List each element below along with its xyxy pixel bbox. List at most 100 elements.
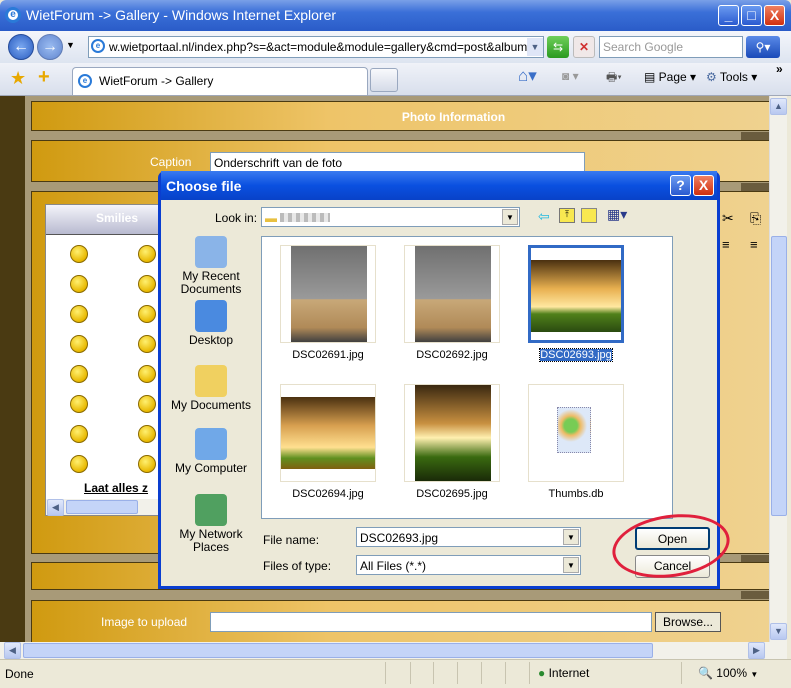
browse-button[interactable]: Browse... [655, 612, 721, 632]
file-name[interactable]: DSC02691.jpg [263, 349, 393, 361]
address-dropdown[interactable]: ▼ [527, 38, 543, 56]
smiley-icon[interactable] [138, 395, 156, 413]
scroll-left-button[interactable]: ◀ [4, 642, 21, 659]
file-thumbnail[interactable] [280, 245, 376, 343]
scroll-down-button[interactable]: ▼ [770, 623, 787, 640]
file-type-dropdown[interactable]: ▼ [563, 557, 579, 573]
smiley-icon[interactable] [70, 455, 88, 473]
more-toolbar-chevron[interactable]: » [776, 62, 783, 76]
file-thumbnail[interactable] [404, 384, 500, 482]
new-folder-icon[interactable] [581, 208, 597, 223]
file-name[interactable]: DSC02694.jpg [263, 488, 393, 500]
up-folder-icon[interactable]: ⤒ [559, 208, 575, 223]
smiley-icon[interactable] [70, 365, 88, 383]
file-thumbnail[interactable] [528, 384, 624, 482]
tab-wietforum-gallery[interactable]: e WietForum -> Gallery [72, 67, 368, 95]
print-icon[interactable]: 🖶▾ [606, 68, 622, 89]
home-icon[interactable]: ⌂▾ [518, 66, 537, 86]
file-name-text: DSC02693.jpg [539, 348, 613, 362]
upload-path-input[interactable] [210, 612, 652, 632]
vertical-scrollbar[interactable]: ▲ ▼ [769, 96, 787, 642]
divider [741, 591, 770, 599]
address-bar[interactable]: e w.wietportaal.nl/index.php?s=&act=modu… [88, 36, 544, 58]
copy-icon[interactable]: ⎘ [750, 210, 761, 227]
file-name[interactable]: DSC02695.jpg [387, 488, 517, 500]
tools-menu[interactable]: ⚙ Tools ▾ [706, 70, 757, 84]
search-button[interactable]: ⚲▾ [746, 36, 780, 58]
smiley-icon[interactable] [70, 425, 88, 443]
smiley-icon[interactable] [70, 245, 88, 263]
align-center-icon[interactable]: ≡ [750, 237, 758, 252]
scroll-left-button[interactable]: ◀ [47, 499, 64, 516]
vertical-scroll-thumb[interactable] [771, 236, 787, 516]
status-text: Done [5, 667, 34, 681]
file-name-dropdown[interactable]: ▼ [563, 529, 579, 545]
cut-icon[interactable]: ✂ [722, 210, 734, 227]
zoom-control[interactable]: 🔍 100% ▼ [698, 666, 758, 680]
close-button[interactable]: X [764, 5, 785, 26]
search-input[interactable]: Search Google [599, 36, 743, 58]
file-type-value: All Files (*.*) [360, 559, 427, 573]
look-in-dropdown-arrow[interactable]: ▼ [502, 209, 518, 225]
file-thumbnail[interactable] [404, 245, 500, 343]
feeds-icon[interactable]: ◙ ▾ [562, 69, 579, 83]
file-name[interactable]: Thumbs.db [511, 488, 641, 500]
smiley-icon[interactable] [70, 305, 88, 323]
look-in-label: Look in: [215, 211, 258, 225]
smiley-icon[interactable] [138, 365, 156, 383]
recent-documents-icon [195, 236, 227, 268]
place-label: My Documents [170, 398, 252, 412]
page-icon: e [91, 39, 105, 53]
place-desktop[interactable]: Desktop [166, 300, 256, 347]
file-name-text: DSC02691.jpg [292, 349, 364, 361]
caption-input[interactable]: Onderschrift van de foto [210, 152, 585, 172]
align-left-icon[interactable]: ≡ [722, 237, 730, 252]
maximize-button[interactable]: □ [741, 5, 762, 26]
dialog-close-button[interactable]: X [693, 175, 714, 196]
smiley-icon[interactable] [138, 245, 156, 263]
file-name[interactable]: DSC02692.jpg [387, 349, 517, 361]
horizontal-scroll-thumb[interactable] [23, 643, 653, 658]
scroll-thumb[interactable] [66, 500, 138, 514]
smiley-icon[interactable] [138, 455, 156, 473]
file-thumbnail[interactable] [280, 384, 376, 482]
smiley-icon[interactable] [70, 275, 88, 293]
recent-pages-dropdown[interactable]: ▼ [66, 40, 75, 50]
smiley-icon[interactable] [138, 305, 156, 323]
page-icon: e [78, 74, 92, 88]
back-button[interactable]: ← [8, 34, 34, 60]
zoom-level: 100% [716, 666, 747, 680]
place-my-documents[interactable]: My Documents [166, 365, 256, 412]
minimize-button[interactable]: _ [718, 5, 739, 26]
tab-label: WietForum -> Gallery [99, 74, 214, 88]
new-tab-button[interactable] [370, 68, 398, 92]
place-network-places[interactable]: My Network Places [166, 494, 256, 554]
add-favorite-icon[interactable]: + [38, 66, 50, 89]
smiley-icon[interactable] [138, 425, 156, 443]
page-menu[interactable]: ▤ Page ▾ [644, 70, 696, 84]
smiley-icon[interactable] [70, 335, 88, 353]
file-name[interactable]: DSC02693.jpg [511, 348, 641, 362]
stop-button[interactable]: ✕ [573, 36, 595, 58]
forward-button[interactable]: → [37, 34, 63, 60]
photo-information-header: Photo Information [31, 101, 770, 131]
show-all-smilies-link[interactable]: Laat alles z [84, 481, 148, 495]
favorites-star-icon[interactable]: ★ [10, 68, 26, 89]
file-type-select[interactable]: All Files (*.*) ▼ [356, 555, 581, 575]
smiley-icon[interactable] [70, 395, 88, 413]
place-my-computer[interactable]: My Computer [166, 428, 256, 475]
refresh-button[interactable]: ⇆ [547, 36, 569, 58]
place-recent-documents[interactable]: My Recent Documents [166, 236, 256, 296]
horizontal-scrollbar[interactable]: ◀ ▶ [0, 642, 787, 659]
back-folder-icon[interactable]: ⇦ [538, 208, 550, 225]
file-name-text: DSC02692.jpg [416, 349, 488, 361]
view-menu-icon[interactable]: ▦▾ [607, 206, 627, 223]
file-thumbnail[interactable] [528, 245, 624, 343]
scroll-up-button[interactable]: ▲ [770, 98, 787, 115]
file-name-input[interactable]: DSC02693.jpg ▼ [356, 527, 581, 547]
scroll-right-button[interactable]: ▶ [748, 642, 765, 659]
smiley-icon[interactable] [138, 275, 156, 293]
help-button[interactable]: ? [670, 175, 691, 196]
look-in-dropdown[interactable]: ▬ ▼ [261, 207, 520, 227]
smiley-icon[interactable] [138, 335, 156, 353]
